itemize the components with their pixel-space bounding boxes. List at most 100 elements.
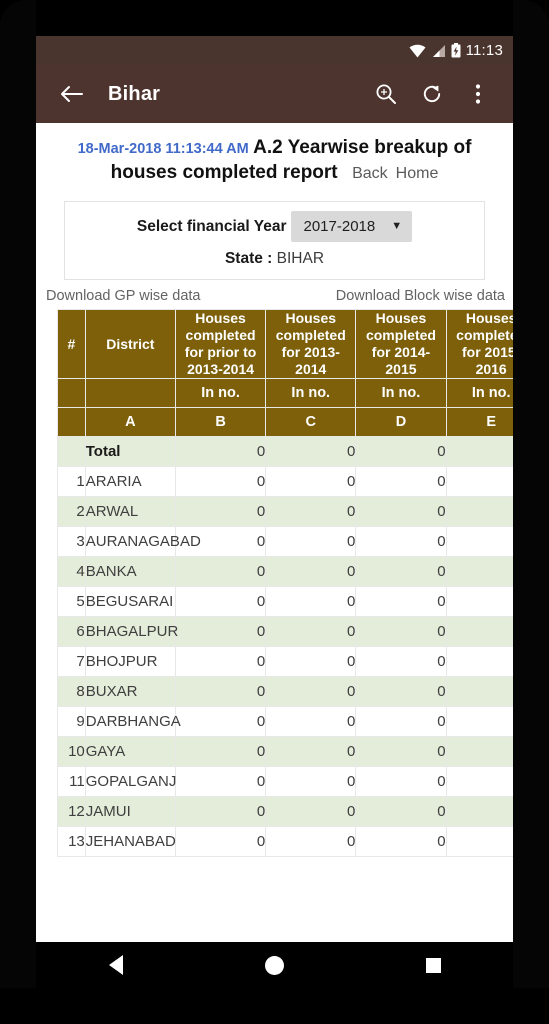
device-frame: 11:13 Bihar 18-Mar-2018 11:13:44 AM A.2 … <box>0 0 549 1024</box>
row-value-0: 0 <box>174 826 267 858</box>
row-value-3: 0 <box>445 736 513 768</box>
row-index: 12 <box>57 796 86 828</box>
row-district: AURANAGABAD <box>84 526 201 558</box>
report-table-scroll[interactable]: # District Houses completed for prior to… <box>57 309 513 917</box>
search-zoom-icon[interactable] <box>363 71 409 117</box>
row-value-3: 0 <box>445 466 513 498</box>
row-index: 5 <box>57 586 86 618</box>
state-row: State : BIHAR <box>73 250 476 268</box>
financial-year-select[interactable]: 2017-2018 ▼ <box>290 211 413 243</box>
row-district: BUXAR <box>84 676 176 708</box>
back-triangle-icon <box>108 955 123 975</box>
row-district: ARARIA <box>84 466 176 498</box>
row-value-3: 0 <box>445 646 513 678</box>
table-row: 9DARBHANGA00000 <box>57 706 513 738</box>
letter-index <box>57 407 86 438</box>
report-header: 18-Mar-2018 11:13:44 AM A.2 Yearwise bre… <box>36 123 513 191</box>
home-link[interactable]: Home <box>396 165 439 182</box>
table-row-total: Total00000 <box>57 436 513 468</box>
row-value-1: 0 <box>265 526 357 558</box>
col-header-2014-2015: Houses completed for 2014-2015 <box>355 309 447 380</box>
unit-col-d: In no. <box>355 378 447 409</box>
row-value-2: 0 <box>355 526 447 558</box>
row-value-0: 0 <box>174 766 267 798</box>
home-circle-icon <box>265 955 284 975</box>
download-block-wise-link[interactable]: Download Block wise data <box>336 288 505 304</box>
row-value-1: 0 <box>265 646 357 678</box>
row-index: 9 <box>57 706 86 738</box>
row-index: 8 <box>57 676 86 708</box>
recents-square-icon <box>426 957 441 973</box>
chevron-down-icon: ▼ <box>391 220 403 233</box>
letter-a: A <box>84 407 176 438</box>
col-header-prior-2013-2014: Houses completed for prior to 2013-2014 <box>174 309 267 380</box>
nav-home-button[interactable] <box>240 945 310 985</box>
row-district: DARBHANGA <box>84 706 181 738</box>
selection-panel: Select financial Year 2017-2018 ▼ State … <box>64 201 485 281</box>
row-value-1: 0 <box>265 556 357 588</box>
row-value-1: 0 <box>265 676 357 708</box>
row-index <box>57 436 86 468</box>
table-row: 6BHAGALPUR00000 <box>57 616 513 648</box>
table-row: 8BUXAR00000 <box>57 676 513 708</box>
table-header-row-letters: A B C D E F <box>57 407 513 438</box>
row-value-0: 0 <box>174 736 267 768</box>
col-header-2013-2014: Houses completed for 2013-2014 <box>265 309 357 380</box>
letter-e: E <box>445 407 513 438</box>
row-index: 11 <box>57 766 86 798</box>
table-header-row-units: In no. In no. In no. In no. In no. <box>57 378 513 409</box>
table-row: 11GOPALGANJ00000 <box>57 766 513 798</box>
letter-b: B <box>174 407 267 438</box>
row-value-2: 0 <box>355 616 447 648</box>
row-value-3: 0 <box>445 616 513 648</box>
row-value-0: 0 <box>174 496 267 528</box>
header-nav-links: Back Home <box>352 165 438 182</box>
row-index: 7 <box>57 646 86 678</box>
row-value-3: 0 <box>445 796 513 828</box>
unit-district <box>84 378 176 409</box>
row-value-2: 0 <box>355 556 447 588</box>
row-value-3: 0 <box>445 676 513 708</box>
back-link[interactable]: Back <box>352 165 388 182</box>
row-value-3: 0 <box>445 556 513 588</box>
row-district: ARWAL <box>84 496 176 528</box>
unit-index <box>57 378 86 409</box>
row-value-1: 0 <box>265 586 357 618</box>
total-value-1: 0 <box>265 436 357 468</box>
table-row: 12JAMUI00000 <box>57 796 513 828</box>
state-label: State : <box>224 250 273 268</box>
row-value-3: 0 <box>445 766 513 798</box>
letter-d: D <box>355 407 447 438</box>
row-district: GAYA <box>84 736 176 768</box>
financial-year-value: 2017-2018 <box>303 218 376 236</box>
row-value-2: 0 <box>355 736 447 768</box>
row-value-3: 0 <box>445 706 513 738</box>
row-index: 2 <box>57 496 86 528</box>
phone-screen: 11:13 Bihar 18-Mar-2018 11:13:44 AM A.2 … <box>36 36 513 942</box>
nav-back-button[interactable] <box>81 945 151 985</box>
nav-recents-button[interactable] <box>399 945 469 985</box>
device-bezel-bottom <box>0 988 549 1024</box>
report-table: # District Houses completed for prior to… <box>57 309 513 858</box>
device-bezel-top <box>36 0 513 36</box>
back-arrow-icon[interactable] <box>48 71 94 117</box>
row-value-0: 0 <box>174 646 267 678</box>
row-value-1: 0 <box>265 736 357 768</box>
row-value-1: 0 <box>265 766 357 798</box>
download-gp-wise-link[interactable]: Download GP wise data <box>46 288 201 304</box>
row-value-3: 0 <box>445 586 513 618</box>
battery-charging-icon <box>451 43 461 58</box>
more-vertical-icon[interactable] <box>455 71 501 117</box>
table-row: 5BEGUSARAI00000 <box>57 586 513 618</box>
row-value-2: 0 <box>355 496 447 528</box>
table-row: 13JEHANABAD00000 <box>57 826 513 858</box>
status-bar-clock: 11:13 <box>465 42 503 59</box>
row-index: 3 <box>57 526 86 558</box>
row-value-0: 0 <box>174 586 267 618</box>
refresh-icon[interactable] <box>409 71 455 117</box>
status-bar: 11:13 <box>36 36 513 65</box>
table-row: 4BANKA00000 <box>57 556 513 588</box>
app-bar: Bihar <box>36 65 513 123</box>
letter-c: C <box>265 407 357 438</box>
row-index: 4 <box>57 556 86 588</box>
